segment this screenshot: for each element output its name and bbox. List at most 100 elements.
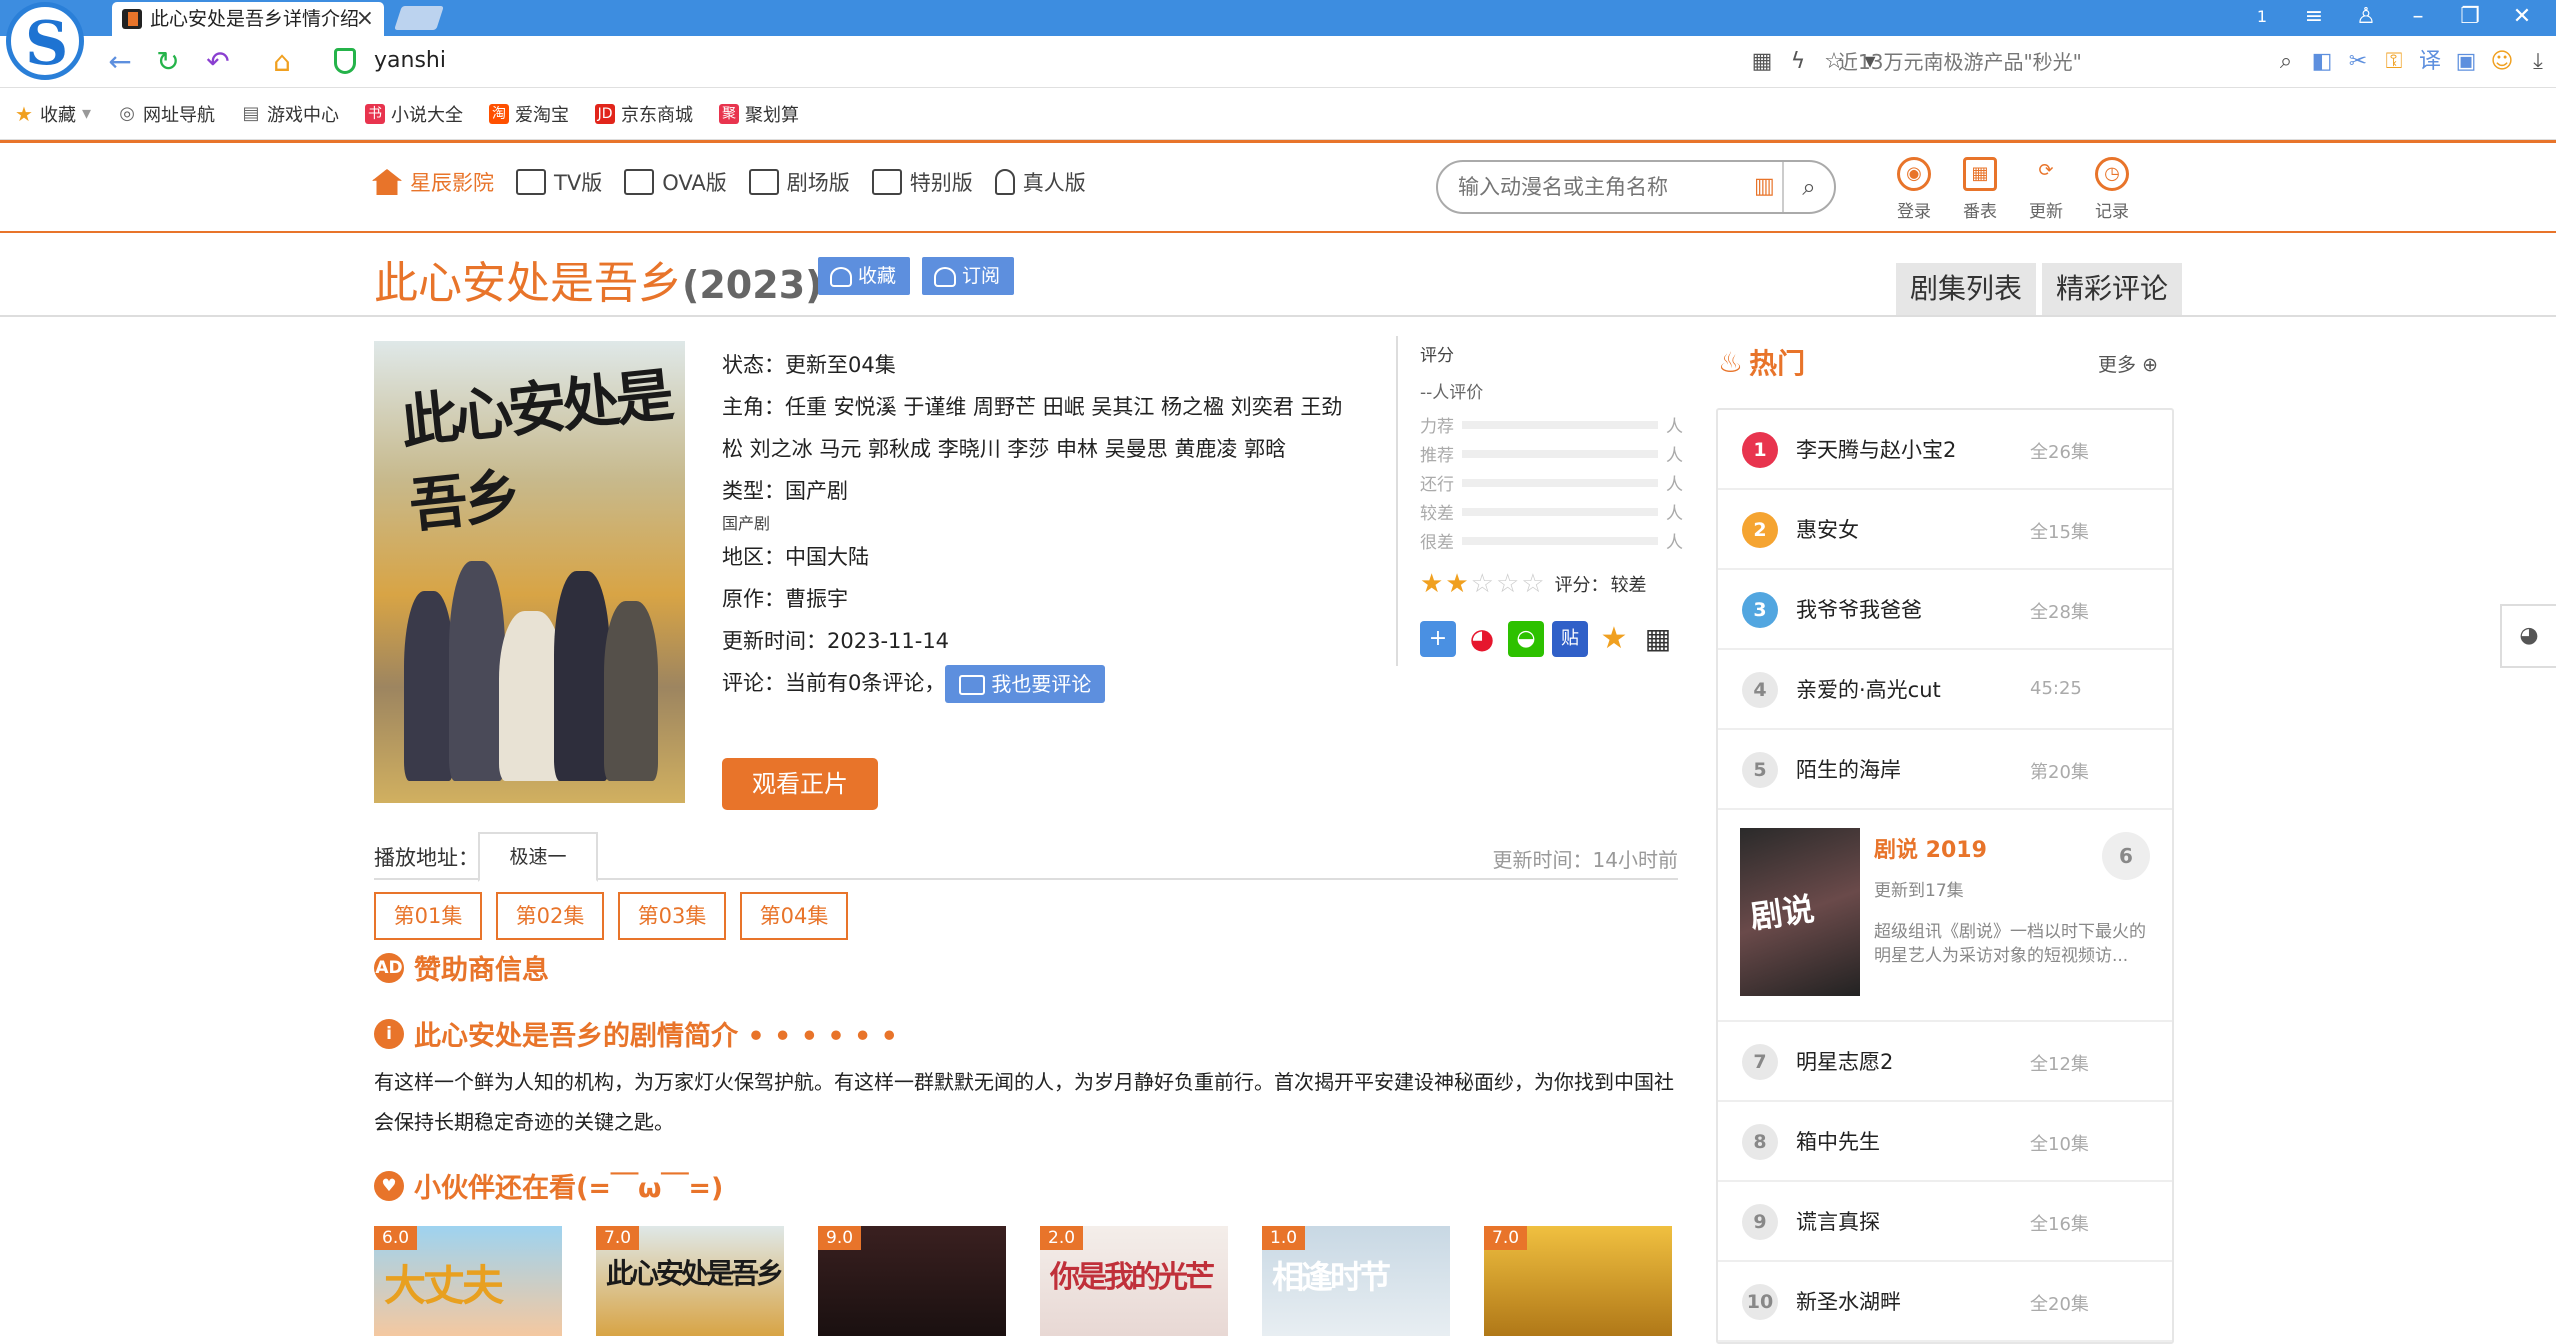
- watch-button[interactable]: 观看正片: [722, 758, 878, 810]
- hot-item[interactable]: 3 我爷爷我爸爸 全28集: [1718, 570, 2172, 650]
- hot-item[interactable]: 1 李天腾与赵小宝2 全26集: [1718, 410, 2172, 490]
- more-link[interactable]: 更多 ⊕: [2098, 350, 2158, 377]
- qrcode-icon[interactable]: ▦: [1744, 44, 1780, 80]
- wechat-icon[interactable]: ◒: [1508, 621, 1544, 657]
- browser-tab[interactable]: 此心安处是吾乡详情介绍 ×: [112, 2, 384, 36]
- source-tab[interactable]: 极速一: [478, 832, 598, 882]
- nav-tv[interactable]: TV版: [516, 167, 602, 197]
- hot-item[interactable]: 7 明星志愿2 全12集: [1718, 1022, 2172, 1102]
- home-icon[interactable]: ⌂: [264, 44, 300, 80]
- update-button[interactable]: ⟳ 更新: [2028, 157, 2064, 222]
- related-item[interactable]: 7.0: [1484, 1226, 1672, 1336]
- sponsor-heading: AD 赞助商信息: [374, 948, 549, 987]
- episode-button[interactable]: 第01集: [374, 892, 482, 940]
- history-button[interactable]: ◷ 记录: [2094, 157, 2130, 222]
- source-updated: 更新时间：14小时前: [1492, 848, 1678, 872]
- bookmark-jd[interactable]: JD 京东商城: [595, 101, 693, 127]
- hot-item[interactable]: 8 箱中先生 全10集: [1718, 1102, 2172, 1182]
- hot-chart-icon[interactable]: ▥: [1754, 174, 1782, 200]
- hot-item[interactable]: 5 陌生的海岸 第20集: [1718, 730, 2172, 810]
- translate-icon[interactable]: 译: [2412, 44, 2448, 80]
- bookmark-taobao[interactable]: 淘爱淘宝: [489, 101, 569, 127]
- star-empty-icon[interactable]: ☆: [1496, 569, 1519, 599]
- url-input[interactable]: yanshi: [374, 48, 446, 73]
- lightning-icon[interactable]: ϟ: [1780, 44, 1816, 80]
- subscribe-button[interactable]: 订阅: [922, 257, 1015, 295]
- related-item[interactable]: 6.0 大丈夫: [374, 1226, 562, 1336]
- author-text: 原作：曹振宇: [722, 587, 848, 611]
- favorite-button[interactable]: 收藏: [818, 257, 911, 295]
- minimize-icon[interactable]: –: [2392, 0, 2444, 36]
- star-rating[interactable]: ★ ★ ☆ ☆ ☆ 评分： 较差: [1420, 569, 1706, 599]
- related-item[interactable]: 7.0 此心安处是吾乡: [596, 1226, 784, 1336]
- plus-share-icon[interactable]: +: [1420, 621, 1456, 657]
- security-shield-icon[interactable]: [334, 48, 356, 74]
- weibo-icon[interactable]: ◕: [1464, 621, 1500, 657]
- scissors-icon[interactable]: ✂: [2340, 44, 2376, 80]
- episode-button[interactable]: 第02集: [496, 892, 604, 940]
- search-icon[interactable]: ⌕: [2268, 44, 2304, 80]
- hot-item[interactable]: 2 惠安女 全15集: [1718, 490, 2172, 570]
- bookmark-favorites[interactable]: ★ 收藏 ▾: [14, 101, 91, 127]
- tab-episode-list[interactable]: 剧集列表: [1896, 263, 2037, 315]
- episode-button[interactable]: 第04集: [740, 892, 848, 940]
- episode-button[interactable]: 第03集: [618, 892, 726, 940]
- star-filled-icon[interactable]: ★: [1445, 569, 1468, 599]
- emoji-icon[interactable]: ☺: [2484, 44, 2520, 80]
- poster-cast-illustration: [394, 551, 664, 781]
- new-tab-button[interactable]: [394, 6, 444, 30]
- sogou-logo[interactable]: S: [6, 2, 84, 80]
- restore-icon[interactable]: ❐: [2444, 0, 2496, 36]
- close-tab-icon[interactable]: ×: [356, 2, 374, 36]
- star-empty-icon[interactable]: ☆: [1471, 569, 1494, 599]
- skin-icon[interactable]: ♙: [2340, 0, 2392, 36]
- login-button[interactable]: ◉ 登录: [1896, 157, 1932, 222]
- nav-live[interactable]: 真人版: [994, 167, 1086, 197]
- menu-icon[interactable]: ≡: [2288, 0, 2340, 36]
- close-window-icon[interactable]: ✕: [2496, 0, 2548, 36]
- site-search-input[interactable]: [1458, 172, 1748, 202]
- bookmark-nav[interactable]: ◎ 网址导航: [117, 101, 215, 127]
- nav-ova[interactable]: OVA版: [624, 167, 727, 197]
- bookmark-juhuasuan[interactable]: 聚聚划算: [719, 101, 799, 127]
- related-item[interactable]: 9.0: [818, 1226, 1006, 1336]
- star-filled-icon[interactable]: ★: [1420, 569, 1443, 599]
- download-icon[interactable]: ⤓: [2520, 44, 2556, 80]
- rating-row: 还行人: [1420, 475, 1683, 495]
- schedule-button[interactable]: ▦ 番表: [1962, 157, 1998, 222]
- score-badge: 7.0: [596, 1226, 640, 1250]
- extension-icon[interactable]: ◧: [2304, 44, 2340, 80]
- window-count-icon[interactable]: 1: [2236, 0, 2288, 36]
- bookmark-novels[interactable]: 书小说大全: [365, 101, 463, 127]
- qzone-icon[interactable]: ★: [1596, 621, 1632, 657]
- browser-search-input[interactable]: 近13万元南极游产品"秒光": [1838, 44, 2178, 80]
- bookmark-games[interactable]: ▤ 游戏中心: [241, 101, 340, 127]
- undo-icon[interactable]: ↶: [200, 44, 236, 80]
- refresh-icon: ⟳: [2038, 160, 2054, 181]
- related-item[interactable]: 1.0 相逢时节: [1262, 1226, 1450, 1336]
- write-comment-button[interactable]: 我也要评论: [945, 665, 1106, 703]
- key-icon[interactable]: ⚿: [2376, 44, 2412, 80]
- nav-special[interactable]: 特别版: [871, 167, 973, 197]
- related-item[interactable]: 2.0 你是我的光芒: [1040, 1226, 1228, 1336]
- window-icon[interactable]: ▣: [2448, 44, 2484, 80]
- qrcode-icon[interactable]: ▦: [1640, 621, 1676, 657]
- nav-home[interactable]: 星辰影院: [372, 167, 494, 197]
- star-empty-icon[interactable]: ☆: [1521, 569, 1544, 599]
- hot-item[interactable]: 4 亲爱的·高光cut 45:25: [1718, 650, 2172, 730]
- nav-theater[interactable]: 剧场版: [748, 167, 850, 197]
- hot-item[interactable]: 10 新圣水湖畔 全20集: [1718, 1262, 2172, 1342]
- search-icon[interactable]: ⌕: [1782, 162, 1834, 212]
- tab-comments[interactable]: 精彩评论: [2042, 263, 2183, 315]
- refresh-icon[interactable]: ↻: [150, 44, 186, 80]
- hot-item[interactable]: 9 谎言真探 全16集: [1718, 1182, 2172, 1262]
- tieba-icon[interactable]: 贴: [1552, 621, 1588, 657]
- episode-list: 第01集 第02集 第03集 第04集: [374, 892, 848, 940]
- score-badge: 6.0: [374, 1226, 418, 1250]
- rating-row: 很差人: [1420, 533, 1683, 553]
- back-icon[interactable]: ←: [102, 44, 138, 80]
- poster-image[interactable]: 此心安处是吾乡: [374, 341, 685, 803]
- featured-item[interactable]: 剧说 剧说 2019 更新到17集 超级组讯《剧说》一档以时下最火的明星艺人为采…: [1718, 810, 2172, 1022]
- weibo-float-icon[interactable]: ◕: [2500, 604, 2556, 668]
- type-tag[interactable]: 国产剧: [722, 512, 1362, 536]
